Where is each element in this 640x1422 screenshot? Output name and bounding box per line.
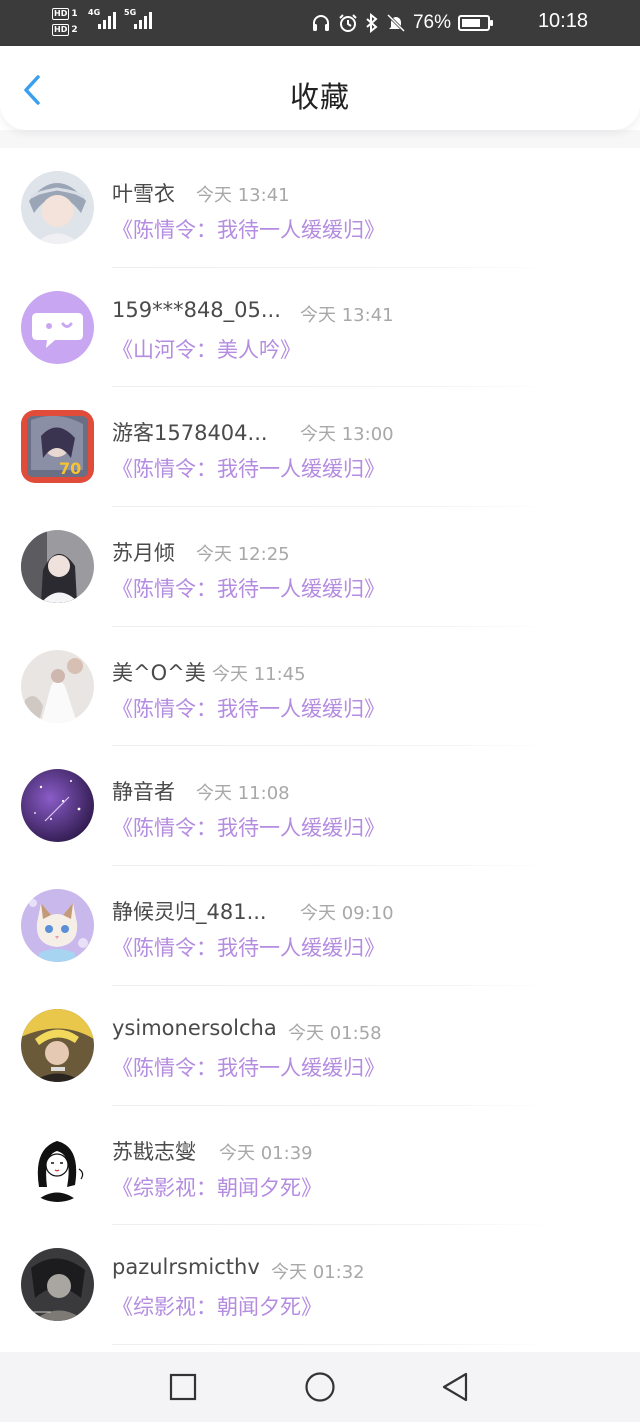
timestamp: 今天 01:58 xyxy=(288,1022,382,1044)
signal-icon-2 xyxy=(134,12,152,29)
avatar-purple-galaxy[interactable] xyxy=(21,769,94,843)
user-name: 苏月倾 xyxy=(112,541,175,566)
avatar-white-dress[interactable] xyxy=(21,649,94,723)
status-bar: HD 1 HD 2 4G 5G 76% 10:18 xyxy=(0,0,640,46)
avatar-sketch-girl[interactable] xyxy=(21,1128,94,1202)
signal-icon xyxy=(98,12,116,29)
user-name: 美^O^美 xyxy=(112,660,206,685)
book-title-link[interactable]: 《陈情令：我待一人缓缓归》 xyxy=(112,453,385,483)
user-name: 静音者 xyxy=(112,780,175,805)
book-title-link[interactable]: 《陈情令：我待一人缓缓归》 xyxy=(112,932,385,962)
avatar-girl-yellow-hat[interactable] xyxy=(21,1008,94,1082)
timestamp: 今天 13:00 xyxy=(300,424,394,446)
timestamp: 今天 09:10 xyxy=(300,903,394,925)
bluetooth-icon xyxy=(366,13,378,33)
list-item[interactable]: 159***848_05... 今天 13:41 《山河令：美人吟》 xyxy=(0,268,640,388)
book-title-link[interactable]: 《陈情令：我待一人缓缓归》 xyxy=(112,812,385,842)
circle-icon xyxy=(305,1372,335,1402)
hd-indicator: HD 1 HD 2 xyxy=(52,6,88,38)
list-item[interactable]: 苏戡志燮 今天 01:39 《综影视：朝闻夕死》 xyxy=(0,1106,640,1226)
row-divider xyxy=(112,1343,556,1345)
timestamp: 今天 01:39 xyxy=(219,1142,313,1164)
book-title-link[interactable]: 《综影视：朝闻夕死》 xyxy=(112,1172,322,1202)
timestamp: 今天 12:25 xyxy=(196,544,290,566)
clock: 10:18 xyxy=(537,10,588,32)
avatar-anime-girl[interactable]: 70 xyxy=(21,410,94,484)
header-divider xyxy=(0,130,640,148)
book-title-link[interactable]: 《综影视：朝闻夕死》 xyxy=(112,1291,322,1321)
battery-fill xyxy=(462,19,481,27)
book-title-link[interactable]: 《陈情令：我待一人缓缓归》 xyxy=(112,214,385,244)
timestamp: 今天 11:08 xyxy=(196,783,290,805)
list-item[interactable]: pazulrsmicthv 今天 01:32 《综影视：朝闻夕死》 xyxy=(0,1225,640,1345)
battery-icon xyxy=(458,15,493,31)
timestamp: 今天 11:45 xyxy=(212,663,306,685)
avatar-girl-silver-headdress[interactable] xyxy=(21,171,94,244)
timestamp: 今天 13:41 xyxy=(300,304,394,326)
timestamp: 今天 13:41 xyxy=(196,185,290,206)
hd1-label: HD xyxy=(52,8,70,20)
back-nav-button[interactable] xyxy=(440,1371,472,1403)
user-name: 叶雪衣 xyxy=(112,182,175,206)
system-nav-bar xyxy=(0,1352,640,1422)
user-name: 静候灵归_481... xyxy=(112,900,267,925)
square-icon xyxy=(169,1373,197,1401)
user-name: 159***848_05... xyxy=(112,297,281,322)
book-title-link[interactable]: 《陈情令：我待一人缓缓归》 xyxy=(112,1052,385,1082)
list-item[interactable]: 静候灵归_481... 今天 09:10 《陈情令：我待一人缓缓归》 xyxy=(0,866,640,986)
triangle-back-icon xyxy=(442,1372,468,1402)
battery-percent: 76% xyxy=(412,12,451,33)
hd1-num: 1 xyxy=(71,9,78,19)
headphones-icon xyxy=(312,15,329,31)
user-name: pazulrsmicthv xyxy=(112,1255,260,1280)
user-name: 游客1578404... xyxy=(112,421,268,446)
book-title-link[interactable]: 《山河令：美人吟》 xyxy=(112,334,301,364)
avatar-girl-photo[interactable] xyxy=(21,530,94,604)
favorites-list: 叶雪衣 今天 13:41 《陈情令：我待一人缓缓归》 159***848_05.… xyxy=(0,148,640,1345)
recents-button[interactable] xyxy=(167,1371,199,1403)
status-right: 76% xyxy=(311,0,493,46)
home-button[interactable] xyxy=(304,1371,336,1403)
page-title: 收藏 xyxy=(289,80,350,114)
list-item[interactable]: 70 游客1578404... 今天 13:00 《陈情令：我待一人缓缓归》 xyxy=(0,387,640,508)
avatar-dark-photo[interactable] xyxy=(21,1248,94,1322)
user-name: 苏戡志燮 xyxy=(112,1139,196,1164)
list-item[interactable]: ysimonersolcha 今天 01:58 《陈情令：我待一人缓缓归》 xyxy=(0,986,640,1106)
book-title-link[interactable]: 《陈情令：我待一人缓缓归》 xyxy=(112,693,385,723)
mute-bell-icon xyxy=(386,13,406,33)
hd2-label: HD xyxy=(52,24,70,36)
hd2-num: 2 xyxy=(71,25,78,35)
alarm-icon xyxy=(339,14,357,32)
list-item[interactable]: 苏月倾 今天 12:25 《陈情令：我待一人缓缓归》 xyxy=(0,507,640,627)
book-title-link[interactable]: 《陈情令：我待一人缓缓归》 xyxy=(112,573,385,603)
timestamp: 今天 01:32 xyxy=(271,1262,365,1284)
list-item[interactable]: 叶雪衣 今天 13:41 《陈情令：我待一人缓缓归》 xyxy=(0,148,640,268)
header: 收藏 xyxy=(0,46,640,130)
avatar-default-chat-bubble[interactable] xyxy=(21,290,94,364)
svg-text:70: 70 xyxy=(59,459,81,478)
user-name: ysimonersolcha xyxy=(112,1015,277,1040)
list-item[interactable]: 静音者 今天 11:08 《陈情令：我待一人缓缓归》 xyxy=(0,746,640,867)
list-item[interactable]: 美^O^美 今天 11:45 《陈情令：我待一人缓缓归》 xyxy=(0,627,640,747)
avatar-cat[interactable] xyxy=(21,889,94,963)
